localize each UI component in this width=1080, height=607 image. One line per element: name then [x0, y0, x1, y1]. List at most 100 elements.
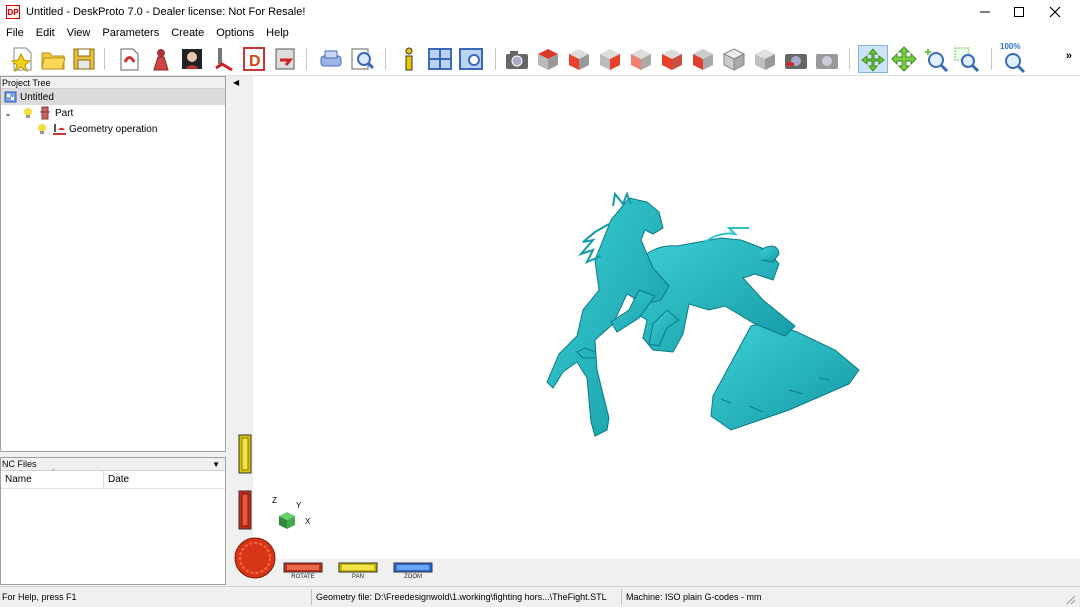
axis-z-label: Z: [272, 496, 277, 505]
new-project-button[interactable]: [9, 46, 35, 72]
restore-view-button[interactable]: [814, 46, 840, 72]
tree-item-untitled[interactable]: Untitled: [1, 89, 225, 105]
pan-arrows-icon: [891, 46, 917, 72]
resize-grip-icon[interactable]: [1066, 595, 1076, 605]
rotate-arrows-icon: [861, 48, 885, 72]
menu-parameters[interactable]: Parameters: [96, 27, 165, 39]
cube-top-icon: [538, 49, 558, 70]
left-panel: Project Tree Untitled ⌄ Part Geometry op…: [0, 76, 229, 586]
multiple-views-button[interactable]: [427, 46, 453, 72]
cube-left-icon: [662, 49, 682, 70]
lightbulb-icon[interactable]: [21, 106, 35, 120]
view-back-button[interactable]: [628, 46, 654, 72]
toolbar-separator: [991, 48, 992, 70]
zoom-window-icon: [954, 47, 979, 72]
lightbulb-icon[interactable]: [35, 122, 49, 136]
bitmap-image-icon: [182, 49, 202, 69]
horse-model: [546, 191, 860, 437]
import-geometry-button[interactable]: [117, 46, 143, 72]
menu-options[interactable]: Options: [210, 27, 260, 39]
rotate-thumbwheel[interactable]: [238, 490, 252, 530]
zoom-in-icon: [925, 49, 948, 72]
zoom-window-button[interactable]: [953, 46, 979, 72]
pan-slider[interactable]: [338, 562, 378, 573]
camera-button[interactable]: [504, 46, 530, 72]
view-bottom-button[interactable]: [690, 46, 716, 72]
info-icon: [405, 47, 413, 71]
save-view-button[interactable]: [783, 46, 809, 72]
nc-files-title: NC Files: [2, 459, 37, 469]
menu-help[interactable]: Help: [260, 27, 295, 39]
status-geometry-file: Geometry file: D:\Freedesignwold\1.worki…: [316, 592, 607, 602]
dropdown-arrow-icon[interactable]: ▼: [212, 458, 220, 471]
collapse-panel-arrow-icon[interactable]: ◀: [233, 78, 239, 87]
menu-edit[interactable]: Edit: [30, 27, 61, 39]
nc-files-panel: NC Files ▼ ⌃ Name Date: [0, 457, 226, 585]
dxf-button[interactable]: D: [241, 46, 267, 72]
zoom-mode-button[interactable]: [922, 46, 948, 72]
bitmap-button[interactable]: [179, 46, 205, 72]
close-button[interactable]: [1038, 0, 1072, 24]
tree-item-part[interactable]: ⌄ Part: [1, 105, 225, 121]
status-help: For Help, press F1: [2, 592, 77, 602]
view-control-bar: ROTATE PAN ZOOM: [229, 537, 1080, 586]
axis-x-label: X: [305, 517, 311, 526]
rotate-dial-icon[interactable]: [234, 537, 276, 579]
info-button[interactable]: [396, 46, 422, 72]
camera-icon: [506, 51, 528, 69]
menu-file[interactable]: File: [0, 27, 30, 39]
view-iso2-button[interactable]: [752, 46, 778, 72]
chevron-down-icon[interactable]: ⌄: [3, 108, 13, 119]
zoom-100-button[interactable]: [1002, 50, 1028, 76]
tool-button[interactable]: [210, 46, 236, 72]
cube-iso-icon: [722, 48, 746, 71]
part-icon: [153, 49, 169, 71]
pan-mode-button[interactable]: [891, 46, 917, 72]
rotate-slider[interactable]: [283, 562, 323, 573]
3d-viewport[interactable]: ◀ Z Y X ROTATE PAN ZOOM: [229, 76, 1080, 586]
toolbar-separator: [104, 48, 105, 70]
minimize-icon: [980, 11, 990, 13]
view-window-button[interactable]: [458, 46, 484, 72]
view-left-button[interactable]: [659, 46, 685, 72]
menu-view[interactable]: View: [61, 27, 97, 39]
cube-grey-icon: [755, 49, 775, 70]
column-header-date[interactable]: Date: [104, 474, 129, 485]
view-window-icon: [459, 48, 483, 70]
import-geometry-icon: [120, 48, 139, 71]
zoom-label: ZOOM: [404, 574, 422, 580]
toolbar-overflow-chevron-icon[interactable]: »: [1066, 50, 1072, 62]
minimize-button[interactable]: [968, 0, 1002, 24]
print-preview-icon: [351, 48, 375, 70]
maximize-button[interactable]: [1002, 0, 1036, 24]
zoom-100-icon: [1005, 53, 1026, 74]
view-top-button[interactable]: [535, 46, 561, 72]
view-iso-button[interactable]: [721, 46, 747, 72]
axis-y-label: Y: [296, 501, 302, 510]
rotate-mode-button[interactable]: [858, 45, 888, 73]
menu-create[interactable]: Create: [165, 27, 210, 39]
maximize-icon: [1014, 7, 1024, 17]
print-button[interactable]: [318, 46, 344, 72]
pan-thumbwheel[interactable]: [238, 434, 252, 474]
open-button[interactable]: [40, 46, 66, 72]
toolbar-separator: [306, 48, 307, 70]
project-tree-panel: Project Tree Untitled ⌄ Part Geometry op…: [0, 76, 226, 452]
zoom-slider[interactable]: [393, 562, 433, 573]
part-icon: [38, 106, 52, 120]
view-front-button[interactable]: [566, 46, 592, 72]
tree-item-geometry-operation[interactable]: Geometry operation: [1, 121, 225, 137]
toolbar-separator: [495, 48, 496, 70]
cube-right-icon: [600, 49, 620, 70]
title-bar: DP Untitled - DeskProto 7.0 - Dealer lic…: [0, 0, 1080, 24]
print-preview-button[interactable]: [349, 46, 375, 72]
status-machine: Machine: ISO plain G-codes - mm: [626, 592, 762, 602]
tree-item-label: Untitled: [20, 91, 54, 103]
part-button[interactable]: [148, 46, 174, 72]
pan-label: PAN: [352, 574, 364, 580]
save-button[interactable]: [71, 46, 97, 72]
window-title: Untitled - DeskProto 7.0 - Dealer licens…: [26, 6, 306, 18]
view-right-button[interactable]: [597, 46, 623, 72]
save-nc-button[interactable]: [272, 46, 298, 72]
save-disk-icon: [73, 48, 95, 70]
